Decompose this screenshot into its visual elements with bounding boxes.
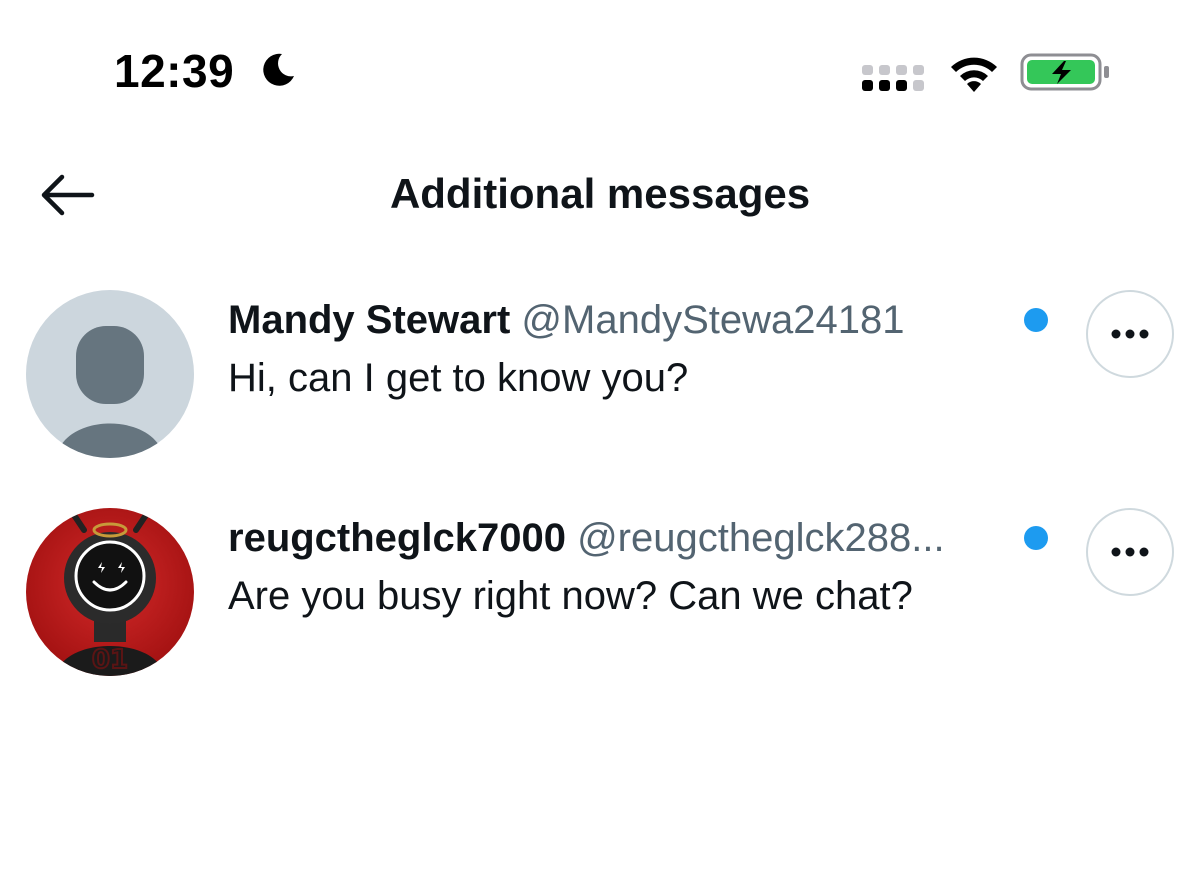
message-preview: Are you busy right now? Can we chat?	[228, 574, 913, 618]
more-options-button[interactable]	[1086, 508, 1174, 596]
conversation-row[interactable]: Mandy Stewart @MandyStewa24181 Hi, can I…	[0, 278, 1200, 468]
helmet-character-avatar: 01	[26, 508, 194, 676]
status-time: 12:39	[114, 45, 235, 97]
header: Additional messages	[0, 150, 1200, 240]
moon-icon	[263, 53, 294, 86]
conversation-row[interactable]: 01 reugctheglck7000 @reugctheglck288... …	[0, 496, 1200, 686]
message-preview: Hi, can I get to know you?	[228, 356, 689, 400]
conversation-header-line: reugctheglck7000 @reugctheglck288...	[228, 510, 1008, 566]
svg-text:01: 01	[92, 645, 128, 675]
avatar[interactable]	[26, 290, 194, 458]
unread-indicator	[1024, 526, 1048, 550]
page-title: Additional messages	[389, 170, 811, 217]
user-handle: @reugctheglck288...	[577, 516, 945, 560]
more-horizontal-icon	[1111, 547, 1149, 557]
user-display-name: reugctheglck7000	[228, 516, 566, 560]
wifi-icon	[951, 57, 997, 92]
conversation-text: reugctheglck7000 @reugctheglck288... Are…	[228, 510, 1008, 624]
default-avatar-icon	[26, 290, 194, 458]
battery-charging-icon	[1020, 53, 1109, 91]
more-options-button[interactable]	[1086, 290, 1174, 378]
conversation-header-line: Mandy Stewart @MandyStewa24181	[228, 292, 1008, 348]
avatar[interactable]: 01	[26, 508, 194, 676]
user-display-name: Mandy Stewart	[228, 298, 511, 342]
status-bar: 12:39	[0, 0, 1200, 130]
unread-indicator	[1024, 308, 1048, 332]
cellular-signal-icon	[862, 65, 924, 91]
user-handle: @MandyStewa24181	[521, 298, 905, 342]
conversation-text: Mandy Stewart @MandyStewa24181 Hi, can I…	[228, 292, 1008, 406]
more-horizontal-icon	[1111, 329, 1149, 339]
